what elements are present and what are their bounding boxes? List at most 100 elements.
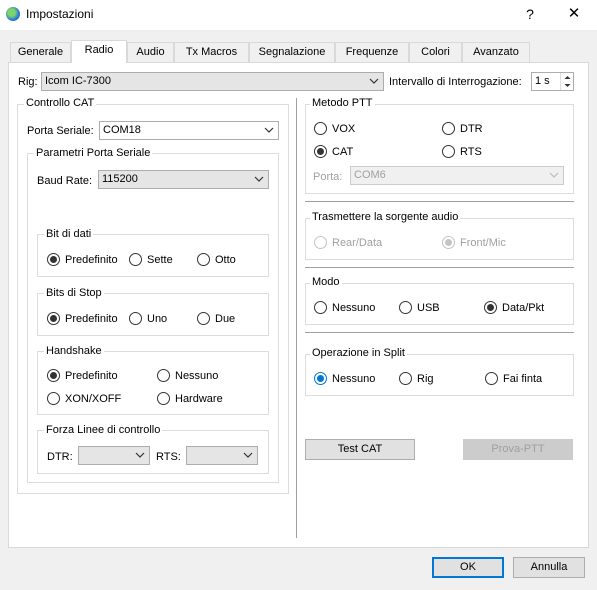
chevron-down-icon: [254, 174, 264, 184]
split-none-radio[interactable]: Nessuno: [314, 372, 375, 386]
data-bits-default-radio[interactable]: Predefinito: [47, 253, 118, 267]
radio-label: Predefinito: [65, 254, 118, 266]
radio-label: Fai finta: [503, 373, 543, 385]
tab-segnalazione[interactable]: Segnalazione: [249, 42, 335, 62]
ptt-port-value: COM6: [354, 169, 386, 181]
help-button[interactable]: ?: [520, 4, 540, 24]
mode-none-radio[interactable]: Nessuno: [314, 301, 375, 315]
ptt-port-select[interactable]: COM6: [350, 166, 564, 185]
radio-icon: [485, 372, 498, 385]
handshake-none-radio[interactable]: Nessuno: [157, 369, 218, 383]
radio-icon: [399, 301, 412, 314]
chevron-down-icon: [549, 170, 559, 180]
radio-label: Predefinito: [65, 313, 118, 325]
chevron-down-icon: [369, 76, 379, 86]
radio-label: Predefinito: [65, 370, 118, 382]
radio-icon: [314, 301, 327, 314]
tab-generale[interactable]: Generale: [10, 42, 71, 62]
stop-bits-default-radio[interactable]: Predefinito: [47, 312, 118, 326]
radio-icon: [129, 312, 142, 325]
radio-selected-icon: [442, 236, 455, 249]
radio-label: Sette: [147, 254, 173, 266]
close-button[interactable]: ✕: [562, 4, 586, 24]
test-ptt-button[interactable]: Prova-PTT: [463, 439, 573, 460]
radio-label: Nessuno: [175, 370, 219, 382]
data-bits-eight-radio[interactable]: Otto: [197, 253, 236, 267]
serial-port-label: Porta Seriale:: [27, 125, 94, 137]
radio-label: Otto: [215, 254, 236, 266]
radio-label: Due: [215, 313, 236, 325]
split-fake-radio[interactable]: Fai finta: [485, 372, 542, 386]
ptt-dtr-radio[interactable]: DTR: [442, 122, 483, 136]
rts-label: RTS:: [156, 451, 181, 463]
dtr-select[interactable]: [78, 446, 150, 465]
handshake-hardware-radio[interactable]: Hardware: [157, 392, 223, 406]
separator: [305, 267, 574, 268]
handshake-default-radio[interactable]: Predefinito: [47, 369, 118, 383]
radio-icon: [197, 253, 210, 266]
tab-frequenze[interactable]: Frequenze: [335, 42, 409, 62]
ptt-cat-radio[interactable]: CAT: [314, 145, 353, 159]
ptt-port-label: Porta:: [313, 171, 343, 183]
radio-icon: [157, 392, 170, 405]
ptt-rts-radio[interactable]: RTS: [442, 145, 482, 159]
ptt-vox-radio[interactable]: VOX: [314, 122, 355, 136]
handshake-title: Handshake: [44, 345, 104, 357]
radio-icon: [399, 372, 412, 385]
serial-port-value: COM18: [103, 124, 141, 136]
radio-selected-icon: [484, 301, 497, 314]
audio-rear-data-radio[interactable]: Rear/Data: [314, 236, 382, 250]
mode-data-pkt-radio[interactable]: Data/Pkt: [484, 301, 544, 315]
polling-value: 1 s: [535, 75, 550, 87]
radio-selected-icon: [47, 312, 60, 325]
split-rig-radio[interactable]: Rig: [399, 372, 434, 386]
audio-front-mic-radio[interactable]: Front/Mic: [442, 236, 506, 250]
handshake-xonxoff-radio[interactable]: XON/XOFF: [47, 392, 121, 406]
force-lines-title: Forza Linee di controllo: [44, 424, 163, 436]
app-icon: [6, 7, 20, 21]
radio-icon: [442, 145, 455, 158]
stop-bits-two-radio[interactable]: Due: [197, 312, 235, 326]
radio-label: Data/Pkt: [502, 302, 545, 314]
radio-icon: [47, 392, 60, 405]
rig-select[interactable]: Icom IC-7300: [41, 72, 384, 91]
ok-button[interactable]: OK: [432, 557, 504, 578]
tab-radio[interactable]: Radio: [71, 40, 127, 63]
dtr-label: DTR:: [47, 451, 73, 463]
radio-icon: [314, 122, 327, 135]
mode-usb-radio[interactable]: USB: [399, 301, 440, 315]
radio-label: Uno: [147, 313, 168, 325]
baud-rate-label: Baud Rate:: [37, 175, 93, 187]
spin-arrows-icon[interactable]: [560, 73, 573, 90]
radio-icon: [129, 253, 142, 266]
radio-icon: [197, 312, 210, 325]
tab-avanzato[interactable]: Avanzato: [462, 42, 530, 62]
radio-label: XON/XOFF: [65, 393, 122, 405]
tab-audio[interactable]: Audio: [127, 42, 174, 62]
test-cat-button[interactable]: Test CAT: [305, 439, 415, 460]
cancel-button[interactable]: Annulla: [513, 557, 585, 578]
radio-selected-icon: [314, 145, 327, 158]
baud-rate-select[interactable]: 115200: [98, 170, 269, 189]
rig-label: Rig:: [18, 76, 38, 88]
polling-spinbox[interactable]: 1 s: [531, 72, 574, 91]
stop-bits-title: Bits di Stop: [44, 287, 104, 299]
serial-port-select[interactable]: COM18: [99, 121, 279, 140]
radio-selected-icon: [314, 372, 327, 385]
radio-label: DTR: [460, 123, 483, 135]
tab-tx-macros[interactable]: Tx Macros: [174, 42, 249, 62]
separator: [305, 201, 574, 202]
chevron-down-icon: [243, 450, 253, 460]
radio-icon: [157, 369, 170, 382]
tab-colori[interactable]: Colori: [409, 42, 462, 62]
vertical-separator: [296, 98, 297, 538]
ptt-title: Metodo PTT: [310, 97, 375, 109]
data-bits-seven-radio[interactable]: Sette: [129, 253, 173, 267]
stop-bits-one-radio[interactable]: Uno: [129, 312, 167, 326]
baud-rate-value: 115200: [102, 173, 138, 185]
polling-label: Intervallo di Interrogazione:: [389, 76, 522, 88]
chevron-down-icon: [135, 450, 145, 460]
window-title: Impostazioni: [26, 7, 94, 21]
rts-select[interactable]: [186, 446, 258, 465]
radio-label: USB: [417, 302, 440, 314]
